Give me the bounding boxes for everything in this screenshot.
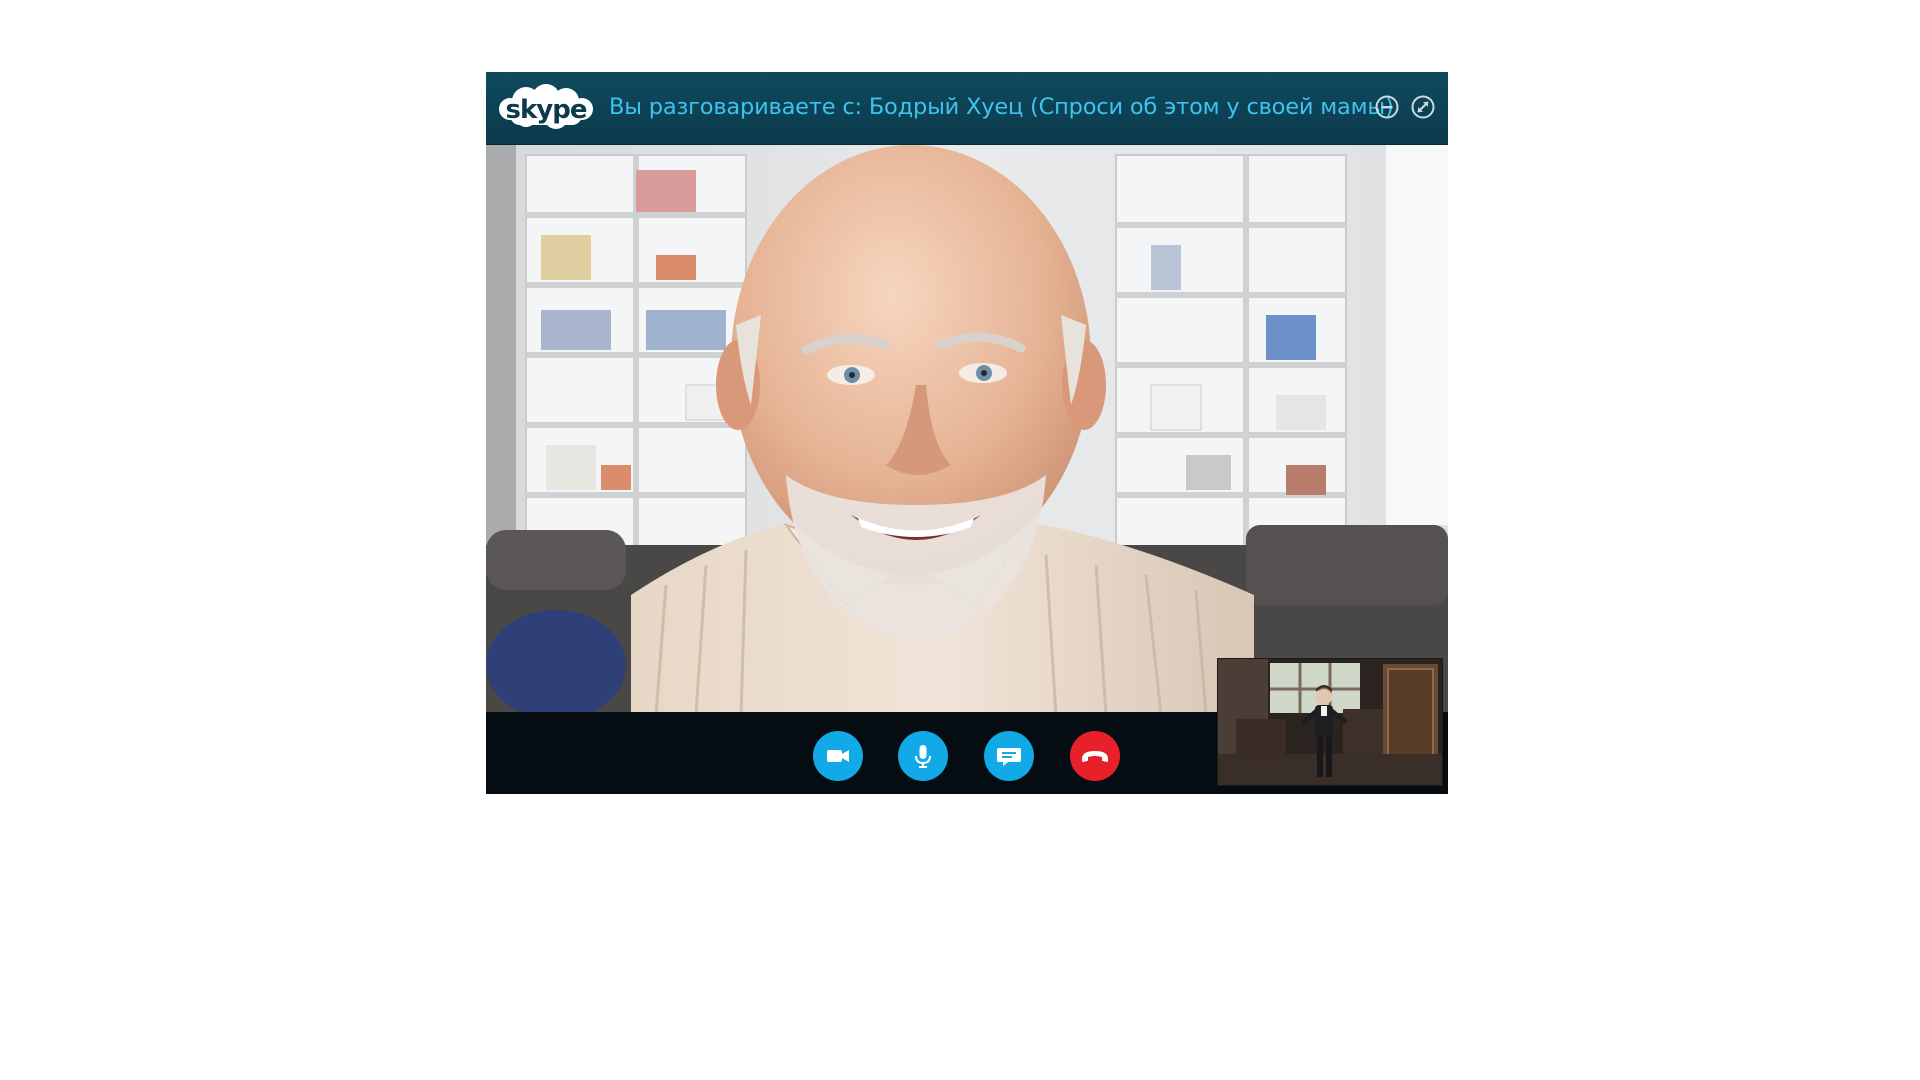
skype-logo-text: skype xyxy=(506,95,587,125)
video-button[interactable] xyxy=(813,731,863,781)
minimize-button[interactable] xyxy=(1374,94,1400,120)
end-call-button[interactable] xyxy=(1070,731,1120,781)
title-bar: skype Вы разговариваете с: Бодрый Хуец (… xyxy=(486,72,1448,145)
hang-up-phone-icon xyxy=(1082,751,1108,762)
microphone-button[interactable] xyxy=(898,731,948,781)
video-camera-icon xyxy=(827,750,849,762)
minus-circle-icon xyxy=(1375,95,1399,119)
chat-button[interactable] xyxy=(984,731,1034,781)
remote-video xyxy=(486,145,1448,715)
self-view-video[interactable] xyxy=(1217,658,1443,786)
call-title: Вы разговариваете с: Бодрый Хуец (Спроси… xyxy=(609,94,1394,120)
microphone-icon xyxy=(915,745,931,768)
expand-arrows-icon xyxy=(1411,95,1435,119)
expand-button[interactable] xyxy=(1410,94,1436,120)
chat-bubble-icon xyxy=(997,748,1021,766)
skype-call-window: skype Вы разговариваете с: Бодрый Хуец (… xyxy=(486,72,1448,794)
skype-logo: skype xyxy=(499,84,593,129)
